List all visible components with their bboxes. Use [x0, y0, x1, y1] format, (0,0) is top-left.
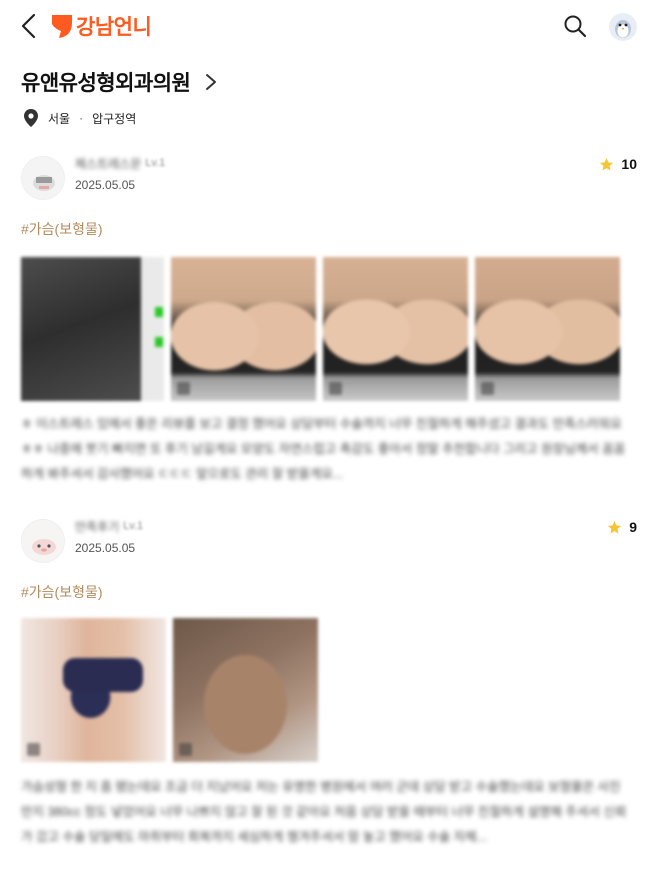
top-app-bar: 강남언니	[0, 0, 653, 52]
reviewer-avatar-icon	[22, 520, 64, 562]
app-logo-text: 강남언니	[76, 16, 152, 39]
review-card: 체스트레스문 Lv.1 2025.05.05 10 #가슴(보형물) ㅎ 이스트…	[0, 154, 653, 484]
location-area: 압구정역	[92, 111, 137, 126]
clinic-name: 유앤유성형외과의원	[21, 72, 191, 95]
review-text[interactable]: ㅎ 이스트레스 있에서 좋은 리뷰를 보고 결정 했어요 상담부터 수술까지 너…	[21, 412, 633, 487]
clinic-title-link[interactable]: 유앤유성형외과의원	[21, 64, 218, 100]
reviewer-username: 만족후기	[75, 519, 120, 534]
review-photo[interactable]	[171, 257, 316, 401]
profile-avatar[interactable]	[609, 13, 637, 41]
review-date: 2025.05.05	[75, 541, 136, 555]
review-text[interactable]: 가슴성형 한 지 좀 됐는데요 조금 더 지났어요 저는 유명한 병원에서 여러…	[21, 775, 633, 850]
penguin-avatar-icon	[609, 13, 637, 41]
review-rating: 9	[607, 517, 637, 537]
back-arrow-icon[interactable]	[18, 12, 42, 40]
review-photo[interactable]	[323, 257, 468, 401]
logo-mark-icon	[52, 15, 72, 38]
rating-value: 10	[621, 156, 637, 172]
app-logo[interactable]: 강남언니	[52, 12, 152, 40]
reviewer-avatar-icon	[22, 157, 64, 199]
reviewer-username: 체스트레스문	[75, 156, 142, 171]
search-icon[interactable]	[562, 13, 588, 39]
review-rating: 10	[599, 154, 637, 174]
review-photo[interactable]	[475, 257, 620, 401]
review-photo[interactable]	[173, 618, 318, 762]
reviewer-level: Lv.1	[123, 520, 144, 532]
review-photo[interactable]	[21, 257, 164, 401]
clinic-location: 서울 · 압구정역	[24, 108, 136, 128]
location-city: 서울	[48, 111, 71, 126]
reviewer-name-row[interactable]: 만족후기 Lv.1	[75, 517, 143, 535]
reviewer-name-row[interactable]: 체스트레스문 Lv.1	[75, 154, 165, 172]
review-photos	[21, 257, 620, 401]
location-pin-icon	[24, 109, 38, 127]
reviewer-avatar	[21, 156, 65, 200]
review-date: 2025.05.05	[75, 178, 136, 192]
star-icon	[600, 157, 614, 170]
rating-value: 9	[629, 519, 637, 535]
procedure-tag[interactable]: #가슴(보형물)	[21, 219, 103, 239]
procedure-tag[interactable]: #가슴(보형물)	[21, 582, 103, 602]
reviewer-avatar	[21, 519, 65, 563]
review-photos	[21, 618, 318, 762]
review-photo[interactable]	[21, 618, 166, 762]
chevron-right-icon	[206, 74, 217, 90]
review-card: 만족후기 Lv.1 2025.05.05 9 #가슴(보형물) 가슴성형 한 지…	[0, 517, 653, 857]
location-separator: ·	[79, 111, 84, 125]
reviewer-level: Lv.1	[145, 157, 166, 169]
star-icon	[608, 520, 622, 533]
